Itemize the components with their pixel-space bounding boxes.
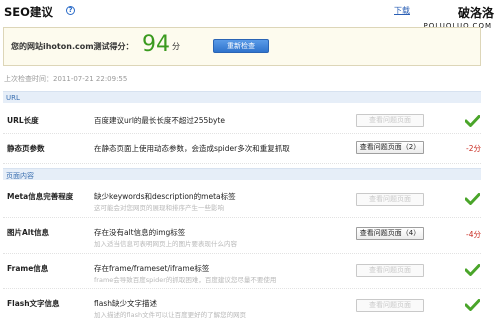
row-label: Flash文字信息 <box>7 299 60 308</box>
section-title: URL <box>6 94 20 102</box>
score-value: 94 <box>142 32 170 57</box>
penalty-score: -4分 <box>466 230 481 239</box>
row-description: flash缺少文字描述 <box>94 299 157 308</box>
row-label: Meta信息完善程度 <box>7 192 74 201</box>
check-icon <box>465 115 480 127</box>
check-icon <box>465 193 480 205</box>
page-title: SEO建议 <box>4 5 53 19</box>
row-label: 图片Alt信息 <box>7 228 49 237</box>
check-icon <box>465 264 480 276</box>
score-label: 您的网站ihoton.com测试得分： <box>11 42 134 51</box>
view-issue-pages-button[interactable]: 查看问题页面（4） <box>356 227 424 240</box>
row-description: 在静态页面上使用动态参数，会造成spider多次和重复抓取 <box>94 144 290 153</box>
table-row: Meta信息完善程度 缺少keywords和description的meta标签… <box>3 181 481 218</box>
view-issue-pages-button: 查看问题页面 <box>356 264 424 277</box>
view-issue-pages-button: 查看问题页面 <box>356 193 424 206</box>
watermark-cn: 破洛洛 <box>457 6 494 20</box>
table-row: 图片Alt信息 存在没有alt信息的img标签 加入适当信息可表明网页上的图片要… <box>3 218 481 254</box>
section-header-content: 页面内容 <box>3 168 481 180</box>
row-description: 存在没有alt信息的img标签 <box>94 228 186 237</box>
section-title: 页面内容 <box>6 172 34 180</box>
row-subtext: frame会导致百度spider的抓取困难，百度建议您尽量不要使用 <box>94 276 277 284</box>
row-label: Frame信息 <box>7 264 49 273</box>
recheck-button[interactable]: 重新检查 <box>213 39 269 53</box>
row-subtext: 这可能会对您网页的展现和排序产生一些影响 <box>94 204 224 212</box>
row-label: URL长度 <box>7 116 39 125</box>
row-subtext: 加入适当信息可表明网页上的图片要表现什么内容 <box>94 240 237 248</box>
table-row: Frame信息 存在frame/frameset/iframe标签 frame会… <box>3 254 481 289</box>
view-issue-pages-button[interactable]: 查看问题页面（2） <box>356 141 424 154</box>
last-check-time: 上次检查时间：2011-07-21 22:09:55 <box>4 75 128 83</box>
table-row: Flash文字信息 flash缺少文字描述 加入描述的flash文件可以让百度更… <box>3 289 481 327</box>
row-description: 存在frame/frameset/iframe标签 <box>94 264 210 273</box>
help-icon[interactable]: ? <box>66 6 75 15</box>
score-unit: 分 <box>172 42 180 51</box>
table-row: URL长度 百度建议url的最长长度不超过255byte 查看问题页面 <box>3 104 481 134</box>
row-description: 缺少keywords和description的meta标签 <box>94 192 236 201</box>
view-issue-pages-button: 查看问题页面 <box>356 114 424 127</box>
table-row: 静态页参数 在静态页面上使用动态参数，会造成spider多次和重复抓取 查看问题… <box>3 134 481 164</box>
view-issue-pages-button: 查看问题页面 <box>356 299 424 312</box>
row-subtext: 加入描述的flash文件可以让百度更好的了解您的网页 <box>94 311 247 319</box>
section-header-url: URL <box>3 91 481 103</box>
check-icon <box>465 299 480 311</box>
penalty-score: -2分 <box>466 144 481 153</box>
row-label: 静态页参数 <box>7 144 45 153</box>
row-description: 百度建议url的最长长度不超过255byte <box>94 116 225 125</box>
score-panel: 您的网站ihoton.com测试得分： 94 分 重新检查 <box>3 27 481 66</box>
